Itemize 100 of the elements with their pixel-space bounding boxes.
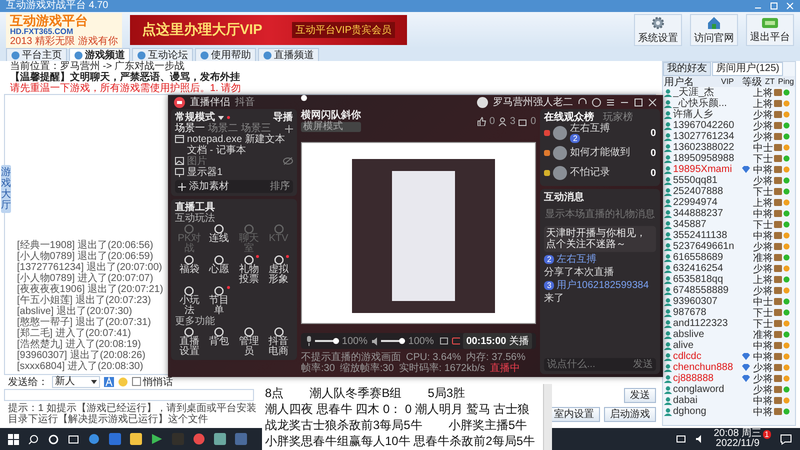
slider-thumb[interactable] xyxy=(332,338,339,344)
user-name[interactable]: 许痛人乡 xyxy=(673,109,738,120)
user-name[interactable]: 18950958988 xyxy=(673,153,738,164)
circle-icon[interactable] xyxy=(48,434,59,444)
record-icon[interactable] xyxy=(452,337,460,345)
user-name[interactable]: cj888888 xyxy=(673,373,738,384)
user-name[interactable]: abslive xyxy=(673,329,738,340)
nav-tab[interactable]: 直播频道 xyxy=(258,48,319,61)
user-name[interactable]: cdlcdc xyxy=(673,351,738,362)
user-name[interactable]: 616558689 xyxy=(673,252,738,263)
panel-tab[interactable]: 我的好友 xyxy=(663,62,711,76)
eye-slash-icon[interactable] xyxy=(283,157,293,165)
app-icon[interactable] xyxy=(88,433,100,445)
user-name[interactable]: 13967042260 xyxy=(673,120,738,131)
user-name[interactable]: 3552411138 xyxy=(673,230,738,241)
tool-button[interactable]: 心愿 xyxy=(204,255,234,285)
viewer-name[interactable]: 左右互搏 xyxy=(570,124,610,134)
message-input[interactable] xyxy=(4,389,254,401)
font-icon[interactable] xyxy=(104,376,114,386)
toolbar-button[interactable]: 系统设置 xyxy=(634,14,682,46)
room-title[interactable]: 横网闪队斜你 xyxy=(301,110,361,121)
nav-tab[interactable]: 平台主页 xyxy=(6,48,67,61)
volume-slider[interactable] xyxy=(381,338,406,344)
scene-tab[interactable]: 场景三 xyxy=(241,123,271,134)
account-name[interactable]: 罗马营州强人老二 xyxy=(493,95,573,109)
close-icon[interactable] xyxy=(648,98,657,106)
send-button[interactable]: 发送 xyxy=(624,388,656,402)
slider-thumb[interactable] xyxy=(399,338,406,344)
toolbar-button[interactable]: 访问官网 xyxy=(690,14,738,46)
volume-slider[interactable] xyxy=(314,338,339,344)
maximize-icon[interactable] xyxy=(634,98,643,106)
user-name[interactable]: 5237649661n xyxy=(673,241,738,252)
source-item[interactable]: 显示器1 xyxy=(187,167,293,178)
recipient-dropdown[interactable]: 新人 xyxy=(52,376,100,388)
user-name[interactable]: conglaword xyxy=(673,384,738,395)
nav-tab[interactable]: 游戏频道 xyxy=(69,48,130,61)
speaker-icon[interactable] xyxy=(370,336,378,346)
message-user[interactable]: 左右互搏 xyxy=(556,254,596,265)
nav-tab[interactable]: 使用帮助 xyxy=(195,48,256,61)
user-name[interactable]: and1122323 xyxy=(673,318,738,329)
user-name[interactable]: 93960307 xyxy=(673,296,738,307)
tool-button[interactable]: 背包 xyxy=(204,327,234,357)
source-item[interactable]: notepad.exe 新建文本文档 - 记事本 xyxy=(187,134,293,156)
tool-button[interactable]: 节目单 xyxy=(204,286,234,316)
vip-banner[interactable]: 点这里办理大厅VIP 互动平台VIP贵宾会员 xyxy=(130,15,407,45)
user-name[interactable]: 19895Xmami xyxy=(673,164,738,175)
task-view-icon[interactable] xyxy=(68,434,79,444)
viewer-name[interactable]: 不怕记录 xyxy=(570,168,610,178)
nav-tab[interactable]: 互动论坛 xyxy=(132,48,193,61)
user-name[interactable]: 987678 xyxy=(673,307,738,318)
user-name[interactable]: 632416254 xyxy=(673,263,738,274)
scene-tab[interactable]: 场景一 xyxy=(175,123,205,134)
scrollbar[interactable] xyxy=(543,384,552,450)
user-name[interactable]: 345887 xyxy=(673,219,738,230)
tool-button[interactable]: 小玩法 xyxy=(175,286,204,316)
audience-tab[interactable]: 玩家榜 xyxy=(603,112,633,123)
menu-icon[interactable] xyxy=(606,98,615,106)
hint-text[interactable]: 不提示直播的游戏画面 xyxy=(301,352,401,363)
notification-icon[interactable] xyxy=(780,434,792,444)
user-name[interactable]: 13027761234 xyxy=(673,131,738,142)
comment-input[interactable]: 说点什么... 发送 xyxy=(544,358,656,371)
user-name[interactable]: 344888237 xyxy=(673,208,738,219)
camera-icon[interactable] xyxy=(440,337,449,345)
user-name[interactable]: chenchun888 xyxy=(673,362,738,373)
user-name[interactable]: 6535818qq xyxy=(673,274,738,285)
tool-button[interactable]: 礼物投票 xyxy=(234,255,264,285)
tool-button[interactable]: 管理员 xyxy=(234,327,264,357)
user-name[interactable]: 13602388022 xyxy=(673,142,738,153)
toolbar-button[interactable]: 退出平台 xyxy=(746,14,794,46)
app-icon[interactable] xyxy=(193,433,205,445)
panel-tab[interactable]: 房间用户(125) xyxy=(712,62,784,76)
caret-icon[interactable] xyxy=(218,116,224,120)
search-icon[interactable] xyxy=(28,434,39,444)
viewer-name[interactable]: 如何才能做到 xyxy=(570,148,630,158)
user-name[interactable]: 252407888 xyxy=(673,186,738,197)
play-icon[interactable] xyxy=(151,433,163,445)
user-name[interactable]: 6748558889 xyxy=(673,285,738,296)
clock[interactable]: 20:08 周三 2022/11/9 xyxy=(714,429,762,449)
microphone-icon[interactable] xyxy=(305,336,312,346)
scene-tab[interactable]: 场景二 xyxy=(208,123,238,134)
avatar-icon[interactable] xyxy=(477,96,488,108)
help-icon[interactable] xyxy=(592,98,601,106)
tool-button[interactable]: 虚拟形象 xyxy=(264,255,293,285)
audience-tab[interactable]: 在线观众榜 xyxy=(544,112,594,123)
action-button[interactable]: 启动游戏 xyxy=(604,406,656,422)
side-tab[interactable]: 游戏大厅 xyxy=(1,165,11,213)
stop-live-button[interactable]: 00:15:00 关播 xyxy=(463,333,532,349)
user-name[interactable]: dabai xyxy=(673,395,738,406)
user-name[interactable]: dghong xyxy=(673,406,738,417)
sort-button[interactable]: 排序 xyxy=(270,181,290,192)
tool-button[interactable]: 直播设置 xyxy=(175,327,204,357)
headset-icon[interactable] xyxy=(578,98,587,106)
plus-icon[interactable] xyxy=(285,124,293,132)
tool-button[interactable]: 连线 xyxy=(204,224,234,254)
message-user[interactable]: 用户1062182599384 xyxy=(556,280,649,291)
director-button[interactable]: 导播 xyxy=(273,112,293,123)
add-source-button[interactable]: 添加素材 xyxy=(189,181,229,192)
user-name[interactable]: _天涯_杰 xyxy=(673,87,738,98)
user-name[interactable]: alive xyxy=(673,340,738,351)
user-name[interactable]: 5550qq81 xyxy=(673,175,738,186)
